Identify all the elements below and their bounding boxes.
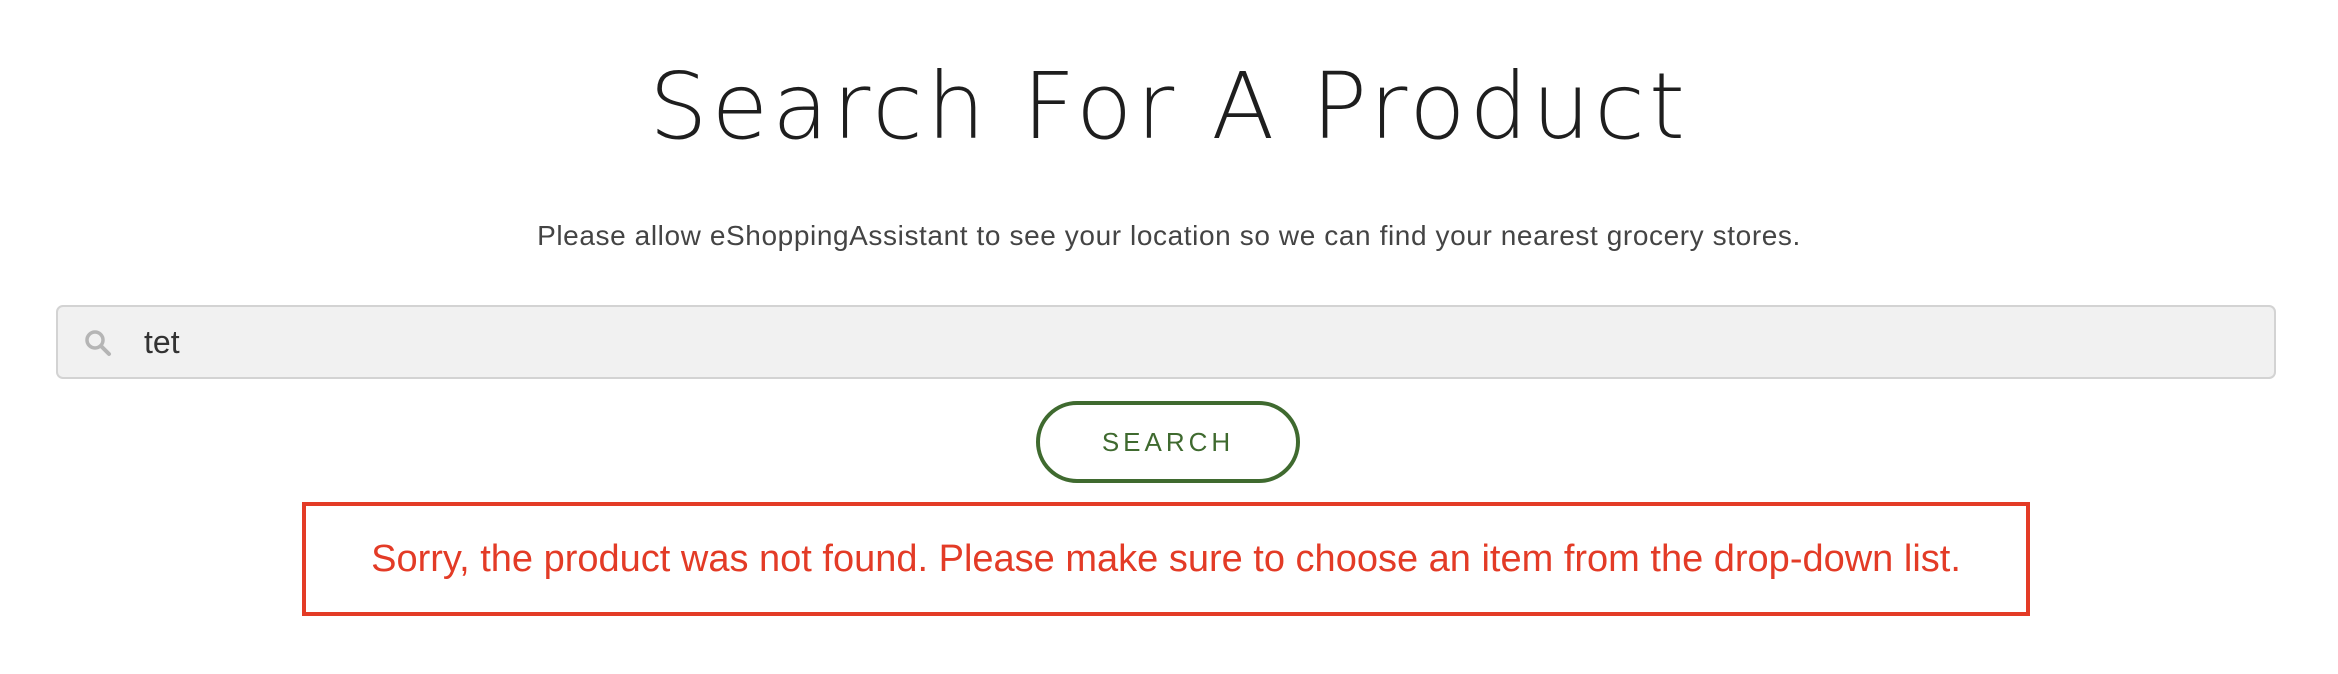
search-icon xyxy=(82,327,114,359)
page-title: Search For A Product xyxy=(649,53,1689,160)
search-page: Search For A Product Please allow eShopp… xyxy=(0,0,2338,674)
location-notice: Please allow eShoppingAssistant to see y… xyxy=(537,220,1801,251)
search-bar[interactable] xyxy=(56,305,2276,379)
error-message: Sorry, the product was not found. Please… xyxy=(371,537,1961,580)
search-input[interactable] xyxy=(136,307,2236,377)
search-button[interactable]: SEARCH xyxy=(1036,401,1300,483)
error-message-box: Sorry, the product was not found. Please… xyxy=(302,502,2030,616)
